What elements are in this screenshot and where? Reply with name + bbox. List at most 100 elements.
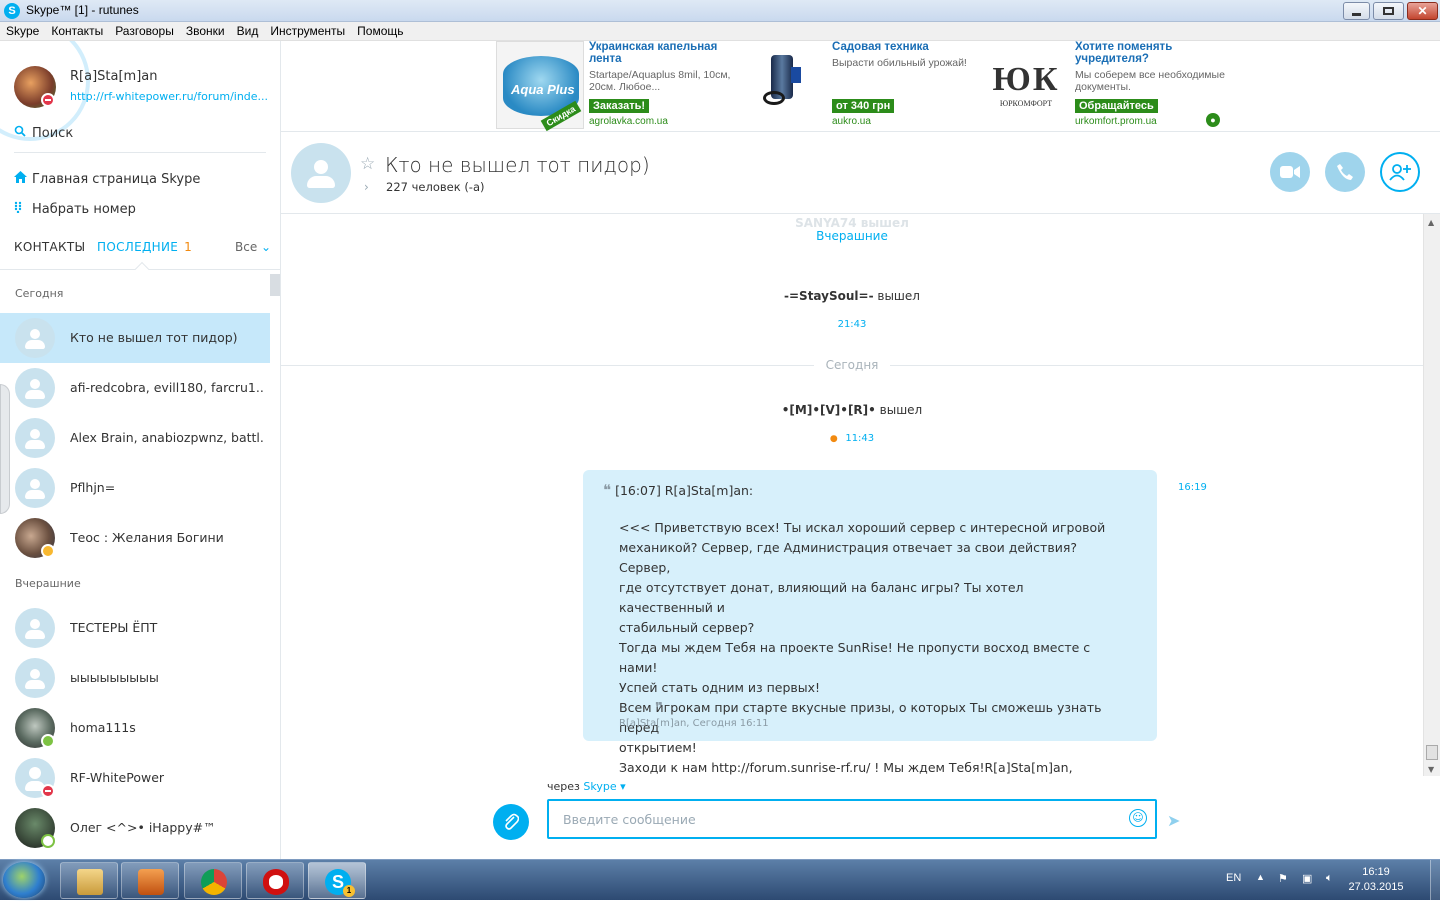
menu-view[interactable]: Вид	[231, 22, 265, 41]
chevron-right-icon[interactable]: ›	[364, 180, 369, 194]
profile-name[interactable]: R[a]Sta[m]an	[70, 69, 157, 84]
menu-help[interactable]: Помощь	[351, 22, 409, 41]
ad-info-icon[interactable]: ●	[1206, 113, 1220, 127]
ad-item[interactable]: Aqua Plus Скидка Украинская капельная ле…	[496, 41, 739, 132]
member-count[interactable]: 227 человек (-а)	[386, 180, 485, 194]
ad-title[interactable]: Хотите поменять учредителя?	[1075, 41, 1225, 65]
list-item[interactable]: RF-WhitePower	[0, 753, 270, 803]
language-indicator[interactable]: EN	[1226, 872, 1241, 884]
add-people-button[interactable]	[1380, 152, 1420, 192]
scroll-up-icon[interactable]: ▲	[1428, 218, 1434, 227]
ad-banner: Aqua Plus Скидка Украинская капельная ле…	[281, 41, 1440, 132]
tab-recent-label: ПОСЛЕДНИЕ	[97, 240, 179, 254]
send-via[interactable]: через Skype ▾	[547, 780, 626, 793]
taskbar-chrome[interactable]	[184, 862, 242, 899]
quote-header: ❝ [16:07] R[a]Sta[m]an:	[603, 481, 753, 499]
tray-expand-icon[interactable]: ▲	[1256, 872, 1265, 882]
clock[interactable]: 16:19 27.03.2015	[1348, 865, 1404, 895]
taskbar-opera[interactable]	[246, 862, 304, 899]
list-item[interactable]: Олег <^>• iHappy#™	[0, 803, 270, 853]
group-avatar-icon[interactable]	[291, 143, 351, 203]
maximize-button[interactable]	[1373, 2, 1404, 20]
menu-skype[interactable]: Skype	[0, 22, 45, 41]
close-button[interactable]: ✕	[1407, 2, 1438, 20]
menu-contacts[interactable]: Контакты	[45, 22, 109, 41]
list-item[interactable]: Кто не вышел тот пидор)	[0, 313, 270, 363]
chevron-down-icon: ▾	[620, 780, 626, 793]
event-time: 21:43	[281, 316, 1423, 330]
taskbar-explorer[interactable]	[60, 862, 118, 899]
filter-label: Все	[235, 240, 258, 254]
emoticon-icon[interactable]: ☺	[1129, 809, 1147, 827]
home-label: Главная страница Skype	[32, 172, 201, 187]
ad-item[interactable]: Садовая техника Вырасти обильный урожай!…	[739, 41, 979, 131]
list-item[interactable]: Теос : Желания Богини	[0, 513, 270, 563]
favorite-star-icon[interactable]: ☆	[360, 154, 375, 174]
chrome-icon	[201, 869, 227, 895]
ad-title[interactable]: Садовая техника	[832, 41, 982, 53]
clock-time: 16:19	[1362, 866, 1390, 878]
attach-button[interactable]	[493, 804, 529, 840]
search-button[interactable]: Поиск	[14, 125, 73, 141]
event-timestamp: 21:43	[837, 319, 867, 330]
ad-item[interactable]: ЮК ЮРКОМФОРТ Хотите поменять учредителя?…	[982, 41, 1225, 131]
ad-cta-button[interactable]: от 340 грн	[832, 99, 895, 113]
sidebar-collapse-handle[interactable]	[0, 384, 10, 514]
list-item[interactable]: Alex Brain, anabiozpwnz, battl...	[0, 413, 270, 463]
ad-image-text: ЮК	[992, 61, 1060, 98]
list-item[interactable]: Pflhjn=	[0, 463, 270, 513]
group-avatar-icon	[15, 468, 55, 508]
filter-dropdown[interactable]: Все ⌄	[235, 240, 271, 254]
ad-domain[interactable]: aukro.ua	[832, 116, 871, 127]
action-center-flag-icon[interactable]: ⚑	[1278, 872, 1288, 885]
conversation-title[interactable]: Кто не вышел тот пидор)	[385, 153, 650, 177]
menu-conversations[interactable]: Разговоры	[109, 22, 180, 41]
divider	[14, 152, 266, 153]
event-time: ● 11:43	[281, 430, 1423, 444]
minimize-button[interactable]	[1343, 2, 1370, 20]
event-action: вышел	[875, 403, 923, 417]
menu-tools[interactable]: Инструменты	[264, 22, 351, 41]
chat-scrollbar[interactable]: ▲ ▼	[1423, 214, 1440, 776]
skype-home-link[interactable]: Главная страница Skype	[14, 171, 200, 187]
profile-mood-link[interactable]: http://rf-whitepower.ru/forum/inde...	[70, 90, 270, 103]
send-icon[interactable]: ➤	[1167, 811, 1180, 830]
voice-call-button[interactable]	[1325, 152, 1365, 192]
show-desktop-button[interactable]	[1430, 860, 1440, 901]
dialpad-icon	[14, 201, 32, 217]
ad-description: Вырасти обильный урожай!	[832, 57, 967, 69]
ad-domain[interactable]: agrolavka.com.ua	[589, 116, 668, 127]
video-camera-icon	[1280, 166, 1300, 178]
ad-cta-button[interactable]: Обращайтесь	[1075, 99, 1158, 113]
tab-contacts[interactable]: КОНТАКТЫ	[14, 240, 85, 254]
list-item[interactable]: ыыыыыыыыы	[0, 653, 270, 703]
message-input[interactable]	[547, 799, 1157, 839]
ad-cta-button[interactable]: Заказать!	[589, 99, 650, 113]
list-item[interactable]: afi-redcobra, evill180, farcru1...	[0, 363, 270, 413]
taskbar-media-player[interactable]	[121, 862, 179, 899]
day-label-yesterday: Вчерашние	[816, 229, 888, 243]
list-item[interactable]: ТЕСТЕРЫ ЁПТ	[0, 603, 270, 653]
tab-recent[interactable]: ПОСЛЕДНИЕ 1	[97, 240, 192, 254]
menu-calls[interactable]: Звонки	[180, 22, 231, 41]
scroll-thumb[interactable]	[1426, 745, 1438, 760]
group-avatar-icon	[15, 608, 55, 648]
home-icon	[14, 171, 32, 187]
network-icon[interactable]: ▣	[1302, 872, 1312, 885]
ad-domain[interactable]: urkomfort.prom.ua	[1075, 116, 1157, 127]
ad-title[interactable]: Украинская капельная лента	[589, 41, 739, 65]
video-call-button[interactable]	[1270, 152, 1310, 192]
via-service: Skype	[583, 780, 617, 793]
volume-icon[interactable]: 🔈︎	[1326, 872, 1333, 885]
taskbar-skype[interactable]: S 1	[308, 862, 366, 899]
list-item[interactable]: homa111s	[0, 703, 270, 753]
chat-history[interactable]: SANYA74 вышел Вчерашние -=StaySoul=- выш…	[281, 214, 1423, 776]
message-timestamp: 16:19	[1178, 482, 1207, 493]
dial-number-link[interactable]: Набрать номер	[14, 201, 136, 217]
sidebar-scrollbar[interactable]	[270, 274, 280, 296]
start-button[interactable]	[3, 862, 45, 898]
online-status-icon	[41, 734, 55, 748]
scroll-down-icon[interactable]: ▼	[1428, 765, 1434, 774]
group-avatar-icon	[15, 658, 55, 698]
message-bubble[interactable]: ❝ [16:07] R[a]Sta[m]an: <<< Приветствую …	[583, 470, 1157, 775]
